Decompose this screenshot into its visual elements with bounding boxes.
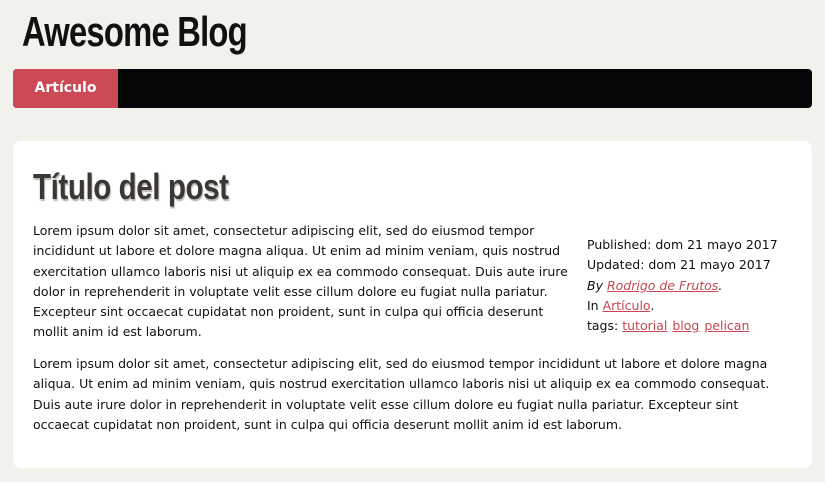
tags-line: tags: tutorial blog pelican xyxy=(587,316,802,336)
main-navbar: Artículo xyxy=(13,69,812,108)
post-card: Título del post Lorem ipsum dolor sit am… xyxy=(13,141,812,468)
post-title: Título del post xyxy=(33,166,229,207)
nav-item-articulo[interactable]: Artículo xyxy=(13,69,118,108)
tag-link-blog[interactable]: blog xyxy=(672,318,699,333)
category-suffix: . xyxy=(650,297,655,313)
author-suffix: . xyxy=(718,277,723,293)
tag-link-tutorial[interactable]: tutorial xyxy=(622,318,667,333)
site-title[interactable]: Awesome Blog xyxy=(22,8,248,56)
post-paragraph-2: Lorem ipsum dolor sit amet, consectetur … xyxy=(33,356,770,432)
post-meta: Published: dom 21 mayo 2017 Updated: dom… xyxy=(587,235,802,336)
tags-label: tags: xyxy=(587,318,619,334)
tag-link-pelican[interactable]: pelican xyxy=(704,318,749,333)
author-line: By Rodrigo de Frutos. xyxy=(587,276,802,296)
author-prefix: By xyxy=(587,277,603,293)
updated-date: Updated: dom 21 mayo 2017 xyxy=(587,257,771,273)
category-link[interactable]: Artículo xyxy=(603,298,651,313)
published-date: Published: dom 21 mayo 2017 xyxy=(587,237,778,252)
post-paragraph-1: Lorem ipsum dolor sit amet, consectetur … xyxy=(33,223,568,340)
category-prefix: In xyxy=(587,297,599,313)
category-line: In Artículo. xyxy=(587,296,802,316)
author-link[interactable]: Rodrigo de Frutos xyxy=(607,278,718,293)
